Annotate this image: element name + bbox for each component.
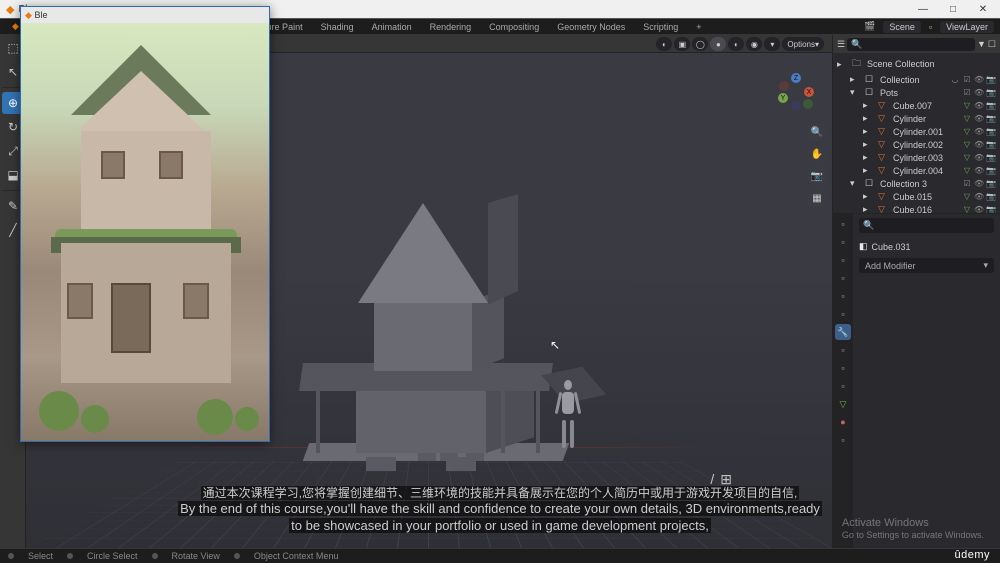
outliner-search[interactable]: 🔍 [847,38,975,51]
tree-item[interactable]: ▸▽Cube.007▽👁📷 [833,99,1000,112]
shading-matpreview[interactable]: ◐ [728,37,744,51]
xray-toggle[interactable]: ▣ [674,37,690,51]
3d-model-mannequin [556,380,580,448]
udemy-logo: ûdemy [954,549,990,561]
tree-item[interactable]: ▸▽Cylinder.004▽👁📷 [833,164,1000,177]
proptab-viewlayer[interactable]: ▫ [835,252,851,268]
pan-button[interactable]: ✋ [808,145,826,163]
status-bar: Select Circle Select Rotate View Object … [0,548,1000,563]
gizmo-z[interactable]: Z [791,73,801,83]
reference-window-title: ◆ Ble [21,7,269,23]
reference-image-window[interactable]: ◆ Ble [20,6,270,442]
tree-collection[interactable]: ▸☐ Collection ◡☑👁📷 [833,73,1000,86]
tab-shading[interactable]: Shading [313,21,362,33]
mouse-middle-icon [152,553,158,559]
subtitle-cn: 通过本次课程学习,您将掌握创建细节、三维环境的技能并具备展示在您的个人简历中或用… [201,486,800,500]
perspective-button[interactable]: ▦ [808,189,826,207]
properties-search[interactable]: 🔍 [859,218,994,233]
proptab-particles[interactable]: ▫ [835,342,851,358]
tab-animation[interactable]: Animation [364,21,420,33]
gizmo-x[interactable]: X [804,87,814,97]
proptab-constraints[interactable]: ▫ [835,378,851,394]
tab-compositing[interactable]: Compositing [481,21,547,33]
camera-view-button[interactable]: 📷 [808,167,826,185]
tree-item[interactable]: ▸▽Cylinder.001▽👁📷 [833,125,1000,138]
outliner-new-collection-icon[interactable]: ☐ [988,39,996,50]
proptab-texture[interactable]: ▫ [835,432,851,448]
scene-dropdown[interactable]: Scene [883,21,921,33]
tree-item[interactable]: ▸▽Cube.015▽👁📷 [833,190,1000,203]
tab-geometry-nodes[interactable]: Geometry Nodes [549,21,633,33]
overlay-toggle[interactable]: ◐ [656,37,672,51]
subtitle-en-2: to be showcased in your portfolio or use… [289,518,711,533]
zoom-button[interactable]: 🔍 [808,123,826,141]
outliner-filter-icon[interactable]: ▼ [977,39,986,49]
outliner-header: ☰ 🔍 ▼ ☐ [833,35,1000,53]
subtitle-en-1: By the end of this course,you'll have th… [178,501,822,516]
tree-item[interactable]: ▸▽Cylinder.002▽👁📷 [833,138,1000,151]
tab-rendering[interactable]: Rendering [422,21,480,33]
reference-image [21,23,269,441]
subtitle-overlay: 通过本次课程学习,您将掌握创建细节、三维环境的技能并具备展示在您的个人简历中或用… [0,482,1000,539]
proptab-material[interactable]: ● [835,414,851,430]
mouse-right-icon [234,553,240,559]
cube-icon: ◧ [859,241,868,252]
viewlayer-dropdown[interactable]: ViewLayer [940,21,994,33]
mouse-circle-icon [67,553,73,559]
options-dropdown[interactable]: Options ▾ [782,37,824,51]
status-circle-select: Circle Select [87,551,138,561]
proptab-render[interactable]: ▫ [835,216,851,232]
properties-object-name: Cube.031 [872,242,911,252]
properties-breadcrumb: ◧ Cube.031 [859,239,994,254]
scene-icon[interactable]: 🎬 [858,20,881,33]
gizmo-y[interactable]: Y [778,93,788,103]
status-select: Select [28,551,53,561]
blender-icon: ◆ [6,3,14,16]
outliner-editor-icon[interactable]: ☰ [837,39,845,50]
status-context-menu: Object Context Menu [254,551,339,561]
maximize-button[interactable]: □ [938,1,968,17]
proptab-world[interactable]: ▫ [835,288,851,304]
proptab-physics[interactable]: ▫ [835,360,851,376]
proptab-output[interactable]: ▫ [835,234,851,250]
minimize-button[interactable]: — [908,1,938,17]
tree-item[interactable]: ▸▽Cylinder.003▽👁📷 [833,151,1000,164]
shading-rendered[interactable]: ◉ [746,37,762,51]
tab-scripting[interactable]: Scripting [635,21,686,33]
tree-item[interactable]: ▸▽Cylinder▽👁📷 [833,112,1000,125]
add-modifier-dropdown[interactable]: Add Modifier▾ [859,258,994,273]
shading-wireframe[interactable]: ◯ [692,37,708,51]
outliner-tree[interactable]: ▸🗀 Scene Collection ▸☐ Collection ◡☑👁📷 ▾… [833,53,1000,213]
nav-gizmo[interactable]: X Y Z [776,73,816,113]
tree-item[interactable]: ▸▽Cube.016▽👁📷 [833,203,1000,213]
right-panel: ☰ 🔍 ▼ ☐ ▸🗀 Scene Collection ▸☐ Collectio… [832,35,1000,548]
tab-add[interactable]: + [688,21,709,33]
shading-dropdown[interactable]: ▾ [764,37,780,51]
shading-solid[interactable]: ● [710,37,726,51]
proptab-object[interactable]: ▫ [835,306,851,322]
proptab-data[interactable]: ▽ [835,396,851,412]
tree-pots[interactable]: ▾☐ Pots ☑👁📷 [833,86,1000,99]
status-rotate-view: Rotate View [172,551,220,561]
proptab-modifier[interactable]: 🔧 [835,324,851,340]
proptab-scene[interactable]: ▫ [835,270,851,286]
tree-collection3[interactable]: ▾☐ Collection 3 ☑👁📷 [833,177,1000,190]
mouse-left-icon [8,553,14,559]
tree-scene-collection[interactable]: ▸🗀 Scene Collection [833,55,1000,73]
viewlayer-icon[interactable]: ▫ [923,21,938,33]
close-button[interactable]: ✕ [968,1,998,17]
